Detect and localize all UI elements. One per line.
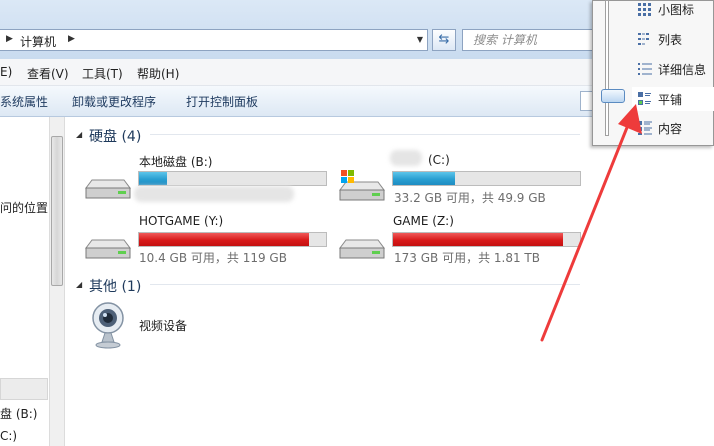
- refresh-button[interactable]: ⇆: [432, 29, 456, 51]
- group-divider: [150, 134, 580, 135]
- menu-help[interactable]: 帮助(H): [137, 65, 179, 82]
- drive-name[interactable]: (C:): [428, 153, 450, 167]
- redacted-label: [390, 150, 422, 166]
- breadcrumb-arrow-icon[interactable]: ▶: [6, 34, 13, 44]
- view-option-label: 平铺: [658, 93, 683, 107]
- drive-usage-bar: [138, 171, 327, 186]
- open-control-panel-button[interactable]: 打开控制面板: [186, 93, 258, 110]
- hard-drive-icon[interactable]: [338, 228, 386, 260]
- breadcrumb-arrow-icon[interactable]: ▶: [68, 34, 75, 44]
- webcam-icon[interactable]: [90, 300, 130, 350]
- search-input[interactable]: 搜索 计算机: [462, 29, 602, 51]
- annotation-arrow-icon: [540, 104, 642, 342]
- group-divider: [150, 284, 580, 285]
- system-properties-button[interactable]: 系统属性: [0, 93, 48, 110]
- nav-item-location[interactable]: 问的位置: [0, 199, 48, 216]
- view-option-small-icons[interactable]: 小图标: [632, 0, 714, 21]
- drive-usage-fill: [393, 172, 455, 185]
- hard-drive-icon[interactable]: [84, 168, 132, 200]
- menu-edit[interactable]: E): [0, 65, 12, 79]
- collapse-arrow-icon[interactable]: ◢: [76, 130, 82, 139]
- nav-scrollbar-thumb[interactable]: [51, 136, 63, 286]
- breadcrumb-computer[interactable]: 计算机: [20, 33, 56, 50]
- drive-space-info: 33.2 GB 可用，共 49.9 GB: [394, 191, 546, 205]
- group-other[interactable]: 其他 (1): [89, 276, 141, 296]
- system-drive-icon[interactable]: [338, 168, 388, 202]
- drive-usage-fill: [139, 233, 309, 246]
- menu-view[interactable]: 查看(V): [27, 65, 69, 82]
- drive-space-info: 10.4 GB 可用，共 119 GB: [139, 251, 287, 265]
- drive-space-info: 173 GB 可用，共 1.81 TB: [394, 251, 540, 265]
- device-name[interactable]: 视频设备: [139, 317, 187, 334]
- nav-item-drive-b[interactable]: 盘 (B:): [0, 405, 37, 422]
- redacted-info: [134, 186, 294, 202]
- drive-name[interactable]: 本地磁盘 (B:): [139, 153, 212, 170]
- group-hard-disks[interactable]: 硬盘 (4): [89, 126, 141, 146]
- arrow-head: [618, 104, 642, 134]
- address-bar[interactable]: ▶ 计算机 ▶ ▼: [0, 29, 428, 51]
- view-option-label: 小图标: [658, 3, 695, 17]
- nav-item-drive-c[interactable]: C:): [0, 429, 17, 443]
- view-option-list[interactable]: 列表: [632, 27, 714, 51]
- drive-usage-bar: [138, 232, 327, 247]
- view-option-label: 内容: [658, 122, 683, 136]
- view-option-details[interactable]: 详细信息: [632, 57, 714, 81]
- drive-usage-fill: [139, 172, 167, 185]
- collapse-arrow-icon[interactable]: ◢: [76, 280, 82, 289]
- list-icon: [638, 33, 649, 45]
- menu-tools[interactable]: 工具(T): [82, 65, 123, 82]
- arrow-shaft: [540, 118, 632, 342]
- small-icons-icon: [638, 3, 651, 16]
- view-option-label: 列表: [658, 33, 683, 47]
- details-icon: [638, 63, 652, 75]
- drive-name[interactable]: HOTGAME (Y:): [139, 214, 223, 228]
- hard-drive-icon[interactable]: [84, 228, 132, 260]
- nav-selected-item[interactable]: [0, 378, 48, 400]
- drive-name[interactable]: GAME (Z:): [393, 214, 454, 228]
- chevron-down-icon[interactable]: ▼: [417, 35, 423, 44]
- view-option-label: 详细信息: [658, 63, 707, 77]
- uninstall-program-button[interactable]: 卸载或更改程序: [72, 93, 156, 110]
- refresh-icon: ⇆: [438, 32, 450, 47]
